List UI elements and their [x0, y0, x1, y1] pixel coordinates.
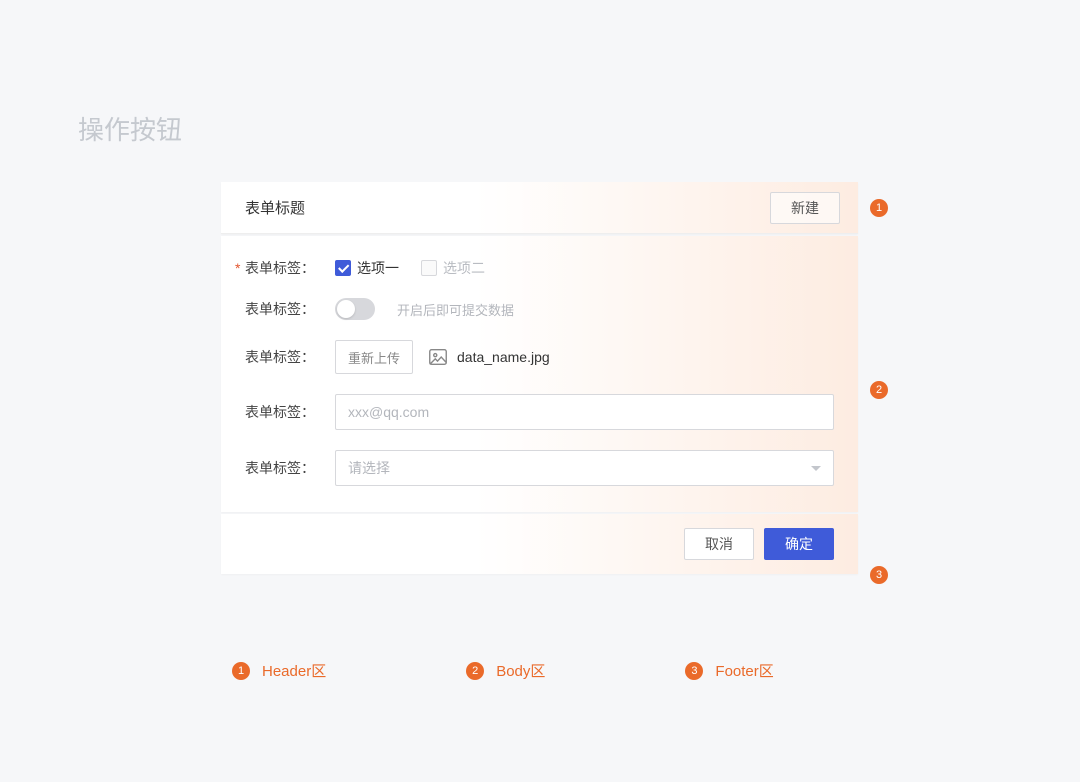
cancel-button[interactable]: 取消 [684, 528, 754, 560]
panel-body: 表单标签： 选项一 选项二 表单标签： 开启后即可提交数据 表单标签： [221, 236, 858, 512]
email-input-wrapper [335, 394, 834, 430]
image-icon [427, 346, 449, 368]
panel-header-title: 表单标题 [245, 197, 305, 218]
form-row-switch: 表单标签： 开启后即可提交数据 [245, 298, 834, 320]
panel-footer: 取消 确定 [221, 514, 858, 574]
select-placeholder: 请选择 [348, 458, 390, 478]
form-row-select: 表单标签： 请选择 [245, 450, 834, 486]
legend-item-header: 1 Header区 [232, 660, 326, 681]
checkbox-option1-label: 选项一 [357, 258, 399, 278]
legend-badge-2: 2 [466, 662, 484, 680]
checkbox-option2[interactable]: 选项二 [421, 258, 485, 278]
legend-badge-1: 1 [232, 662, 250, 680]
chevron-down-icon [811, 466, 821, 471]
page-title: 操作按钮 [78, 110, 182, 147]
label-select: 表单标签： [245, 458, 335, 478]
label-upload: 表单标签： [245, 347, 335, 367]
legend-label-1: Header区 [262, 660, 326, 681]
label-email: 表单标签： [245, 402, 335, 422]
uploaded-file-name: data_name.jpg [457, 349, 550, 365]
legend-label-3: Footer区 [715, 660, 773, 681]
checkbox-box-icon [335, 260, 351, 276]
label-switch: 表单标签： [245, 299, 335, 319]
form-panel: 表单标题 新建 表单标签： 选项一 选项二 表单标签： 开启后即可提交数据 [221, 182, 858, 574]
switch-hint: 开启后即可提交数据 [397, 300, 514, 319]
legend: 1 Header区 2 Body区 3 Footer区 [232, 660, 774, 681]
select-dropdown[interactable]: 请选择 [335, 450, 834, 486]
panel-header: 表单标题 新建 [221, 182, 858, 234]
checkbox-option1[interactable]: 选项一 [335, 258, 399, 278]
email-input[interactable] [348, 404, 821, 420]
form-row-upload: 表单标签： 重新上传 data_name.jpg [245, 340, 834, 374]
checkbox-option2-label: 选项二 [443, 258, 485, 278]
new-button[interactable]: 新建 [770, 192, 840, 224]
reupload-button[interactable]: 重新上传 [335, 340, 413, 374]
legend-item-footer: 3 Footer区 [685, 660, 773, 681]
annotation-badge-3: 3 [870, 566, 888, 584]
form-row-checkbox: 表单标签： 选项一 选项二 [245, 258, 834, 278]
legend-item-body: 2 Body区 [466, 660, 545, 681]
confirm-button[interactable]: 确定 [764, 528, 834, 560]
checkbox-box-icon [421, 260, 437, 276]
form-row-email: 表单标签： [245, 394, 834, 430]
legend-badge-3: 3 [685, 662, 703, 680]
switch-toggle[interactable] [335, 298, 375, 320]
legend-label-2: Body区 [496, 660, 545, 681]
uploaded-file: data_name.jpg [427, 346, 550, 368]
annotation-badge-2: 2 [870, 381, 888, 399]
label-checkbox: 表单标签： [245, 258, 335, 278]
annotation-badge-1: 1 [870, 199, 888, 217]
